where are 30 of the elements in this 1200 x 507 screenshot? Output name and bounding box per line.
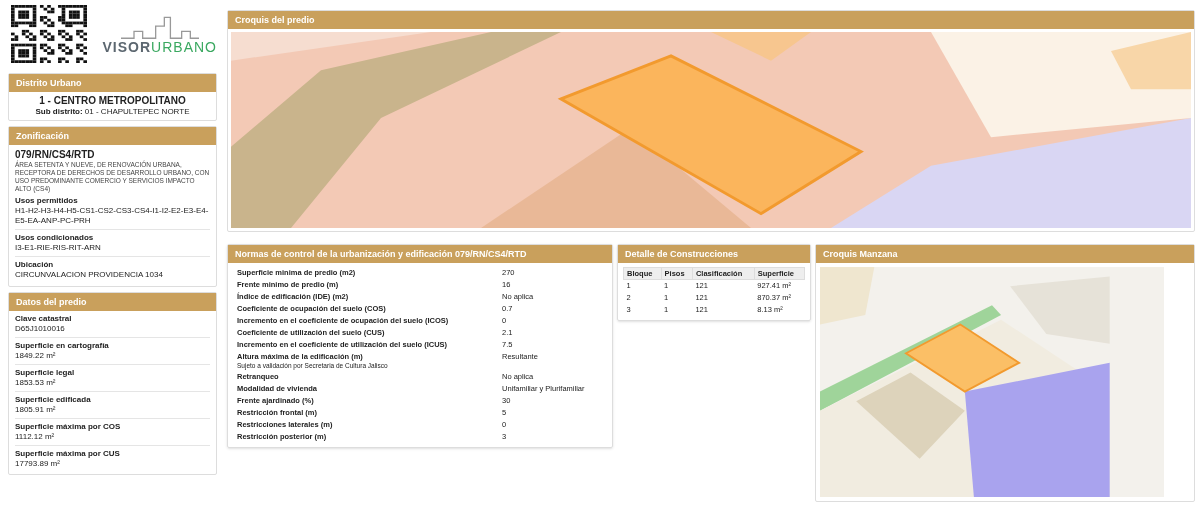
subdistrict-text: Sub distrito: 01 - CHAPULTEPEC NORTE	[34, 107, 191, 117]
field-value: 1805.91 m²	[15, 405, 57, 415]
panel-header: Croquis Manzana	[816, 245, 1194, 263]
qr-code-icon	[11, 5, 87, 63]
field-label: Ubicación	[15, 260, 55, 270]
field-label: Superficie edificada	[15, 395, 92, 405]
field-value: 1112.12 m²	[15, 432, 56, 442]
panel-header: Zonificación	[9, 127, 216, 145]
field-value: 1849.22 m²	[15, 351, 57, 361]
field-value: 1853.53 m²	[15, 378, 57, 388]
panel-header: Normas de control de la urbanización y edificación 079/RN/CS4/RTD	[228, 245, 612, 263]
district-name: 1 - CENTRO METROPOLITANO	[38, 95, 187, 107]
field-value: I3-E1-RIE-RIS-RIT-ARN	[15, 243, 102, 253]
field-label: Usos condicionados	[15, 233, 95, 243]
panel-header: Datos del predio	[9, 293, 216, 311]
panel-header: Distrito Urbano	[9, 74, 216, 92]
field-value: CIRCUNVALACION PROVIDENCIA 1034	[15, 270, 164, 280]
field-label: Superficie legal	[15, 368, 76, 378]
field-label: Clave catastral	[15, 314, 73, 324]
field-label: Superficie máxima por COS	[15, 422, 122, 432]
field-label: Superficie máxima por CUS	[15, 449, 121, 459]
field-label: Usos permitidos	[15, 196, 79, 206]
field-value: 17793.89 m²	[15, 459, 61, 469]
panel-header: Detalle de Construcciones	[618, 245, 810, 263]
zoning-code: 079/RN/CS4/RTD	[15, 148, 96, 160]
field-label: Superficie en cartografía	[15, 341, 110, 351]
field-value: D65J1010016	[15, 324, 66, 334]
logo-text: VISORURBANO	[102, 39, 217, 55]
field-value: H1-H2-H3-H4-H5-CS1-CS2-CS3-CS4-I1-I2-E2-E3-E4-E5-EA-ANP-PC-PRH	[15, 206, 210, 226]
panel-header: Croquis del predio	[228, 11, 1194, 29]
